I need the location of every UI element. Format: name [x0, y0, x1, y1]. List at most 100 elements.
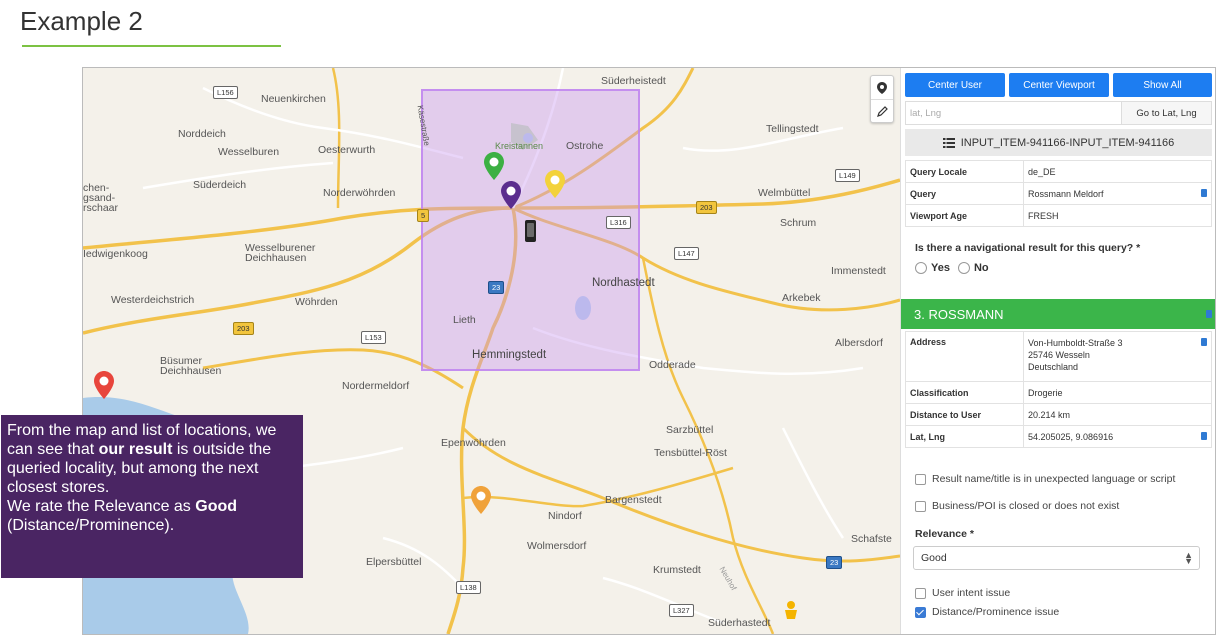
checkbox[interactable]	[915, 500, 926, 512]
road-shield: 5	[417, 209, 430, 222]
checkbox-checked[interactable]	[915, 606, 926, 618]
user-device-icon[interactable]	[525, 220, 536, 242]
checkbox[interactable]	[915, 587, 926, 599]
green-pin-icon[interactable]	[484, 152, 504, 180]
place-label: Elpersbüttel	[366, 556, 422, 568]
checkbox[interactable]	[915, 473, 926, 485]
table-value: de_DE	[1023, 160, 1212, 183]
place-label: Süderdeich	[193, 179, 247, 191]
item-id: INPUT_ITEM-941166-INPUT_ITEM-941166	[960, 136, 1175, 149]
table-value: Drogerie	[1023, 381, 1212, 404]
table-key: Classification	[905, 381, 1024, 404]
check-distance-prominence[interactable]: Distance/Prominence issue	[915, 606, 1059, 618]
place-label: Krumstedt	[653, 564, 701, 576]
place-label: Tellingstedt	[766, 123, 819, 135]
share-icon[interactable]	[1201, 189, 1207, 197]
goto-latlng-button[interactable]: Go to Lat, Lng	[1122, 101, 1212, 125]
place-label: Nindorf	[548, 510, 582, 522]
place-label: Oesterwurth	[318, 144, 376, 156]
place-label: Hemmingstedt	[472, 349, 547, 361]
table-key: Address	[905, 331, 1024, 382]
share-icon[interactable]	[1206, 310, 1212, 318]
road-shield: L156	[213, 86, 238, 99]
navigational-radio-group: Yes No	[915, 262, 989, 274]
table-value: Von-Humboldt-Straße 3 25746 Wesseln Deut…	[1023, 331, 1212, 382]
place-label: Iedwigenkoog	[83, 248, 148, 260]
pencil-icon[interactable]	[871, 99, 893, 123]
purple-pin-icon[interactable]	[501, 181, 521, 209]
latlng-value: 54.205025, 9.086916	[1028, 431, 1114, 442]
pegman-icon[interactable]	[780, 600, 802, 624]
checkbox-label: Distance/Prominence issue	[932, 606, 1060, 618]
relevance-label: Relevance *	[915, 528, 974, 540]
place-label: Süderhastedt	[708, 617, 771, 629]
table-value: FRESH	[1023, 204, 1212, 227]
road-shield: L153	[361, 331, 386, 344]
location-pin-icon[interactable]	[871, 76, 893, 99]
title-underline	[22, 45, 281, 47]
road-shield: L149	[835, 169, 860, 182]
list-icon	[942, 137, 955, 148]
center-viewport-button[interactable]: Center Viewport	[1009, 73, 1109, 97]
latlng-input[interactable]: lat, Lng	[905, 101, 1122, 125]
annotation-callout: From the map and list of locations, we c…	[1, 415, 303, 578]
yes-label: Yes	[931, 262, 950, 274]
checkbox-label: Business/POI is closed or does not exist	[932, 500, 1120, 512]
center-user-button[interactable]: Center User	[905, 73, 1005, 97]
place-label: Wöhrden	[295, 296, 338, 308]
share-icon[interactable]	[1201, 338, 1207, 346]
relevance-value: Good	[921, 552, 947, 564]
table-row: Query Locale de_DE	[905, 160, 1212, 183]
yellow-pin-icon[interactable]	[545, 170, 565, 198]
place-label: Odderade	[649, 359, 696, 371]
callout-bold: our result	[98, 441, 173, 458]
no-label: No	[973, 262, 989, 274]
road-shield: L147	[674, 247, 699, 260]
check-closed[interactable]: Business/POI is closed or does not exist	[915, 500, 1119, 512]
no-radio[interactable]	[957, 262, 970, 274]
checkbox-label: Result name/title is in unexpected langu…	[932, 473, 1176, 485]
place-label: Wesselburen	[218, 146, 280, 158]
callout-text: (Distance/Prominence).	[7, 517, 175, 534]
place-label: Nordhastedt	[592, 277, 655, 289]
relevance-select[interactable]: Good ▲ ▼	[913, 546, 1200, 570]
place-label: Norderwöhrden	[323, 187, 396, 199]
table-value: Rossmann Meldorf	[1023, 182, 1212, 205]
place-label: Epenwöhrden	[441, 437, 506, 449]
check-user-intent[interactable]: User intent issue	[915, 587, 1010, 599]
road-shield: L138	[456, 581, 481, 594]
table-row: Distance to User 20.214 km	[905, 403, 1212, 426]
yes-radio[interactable]	[915, 262, 927, 274]
select-caret-icon: ▲ ▼	[1184, 550, 1193, 566]
place-label: Wolmersdorf	[527, 540, 587, 552]
place-label: Westerdeichstrich	[111, 294, 195, 306]
road-shield: 23	[826, 556, 843, 569]
red-pin-icon[interactable]	[94, 371, 114, 399]
show-all-button[interactable]: Show All	[1113, 73, 1212, 97]
road-shield: L327	[669, 604, 694, 617]
place-label: Ostrohe	[566, 140, 604, 152]
table-key: Distance to User	[905, 403, 1024, 426]
side-panel: Center User Center Viewport Show All lat…	[900, 68, 1215, 634]
table-value: 20.214 km	[1023, 403, 1212, 426]
page-title: Example 2	[20, 6, 143, 36]
table-row: Viewport Age FRESH	[905, 204, 1212, 227]
address-line: 25746 Wesseln	[1028, 350, 1090, 360]
place-label: Immenstedt	[831, 265, 886, 277]
orange-pin-icon[interactable]	[471, 486, 491, 514]
result-title: 3. ROSSMANN	[914, 306, 1004, 322]
table-key: Query	[905, 182, 1024, 205]
place-label: Welmbüttel	[758, 187, 811, 199]
place-label: Bargenstedt	[605, 494, 662, 506]
check-unexpected-language[interactable]: Result name/title is in unexpected langu…	[915, 473, 1175, 485]
navigational-question: Is there a navigational result for this …	[915, 242, 1141, 254]
share-icon[interactable]	[1201, 432, 1207, 440]
place-label: Süderheistedt	[601, 75, 666, 87]
place-label: Lieth	[453, 314, 476, 326]
callout-text: We rate the Relevance as	[7, 498, 196, 515]
map-tools	[870, 75, 894, 123]
item-header: INPUT_ITEM-941166-INPUT_ITEM-941166	[905, 129, 1212, 156]
place-label: Tensbüttel-Röst	[654, 447, 727, 459]
place-label: Albersdorf	[835, 337, 883, 349]
query-value: Rossmann Meldorf	[1028, 188, 1104, 199]
